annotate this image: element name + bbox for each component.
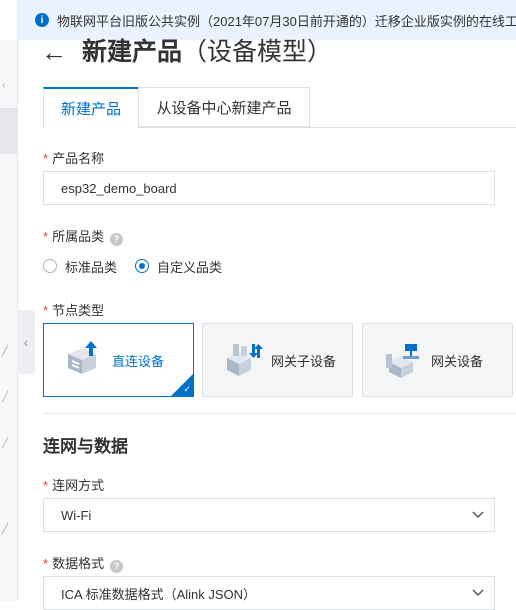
chevron-down-icon (472, 589, 484, 597)
page-title: 新建产品（设备模型） (82, 32, 332, 72)
help-icon[interactable]: ? (110, 559, 124, 573)
gateway-icon (386, 344, 419, 378)
node-card-gateway[interactable]: 网关设备 (362, 323, 513, 397)
direct-device-icon (68, 341, 97, 374)
product-name-label-text: 产品名称 (52, 151, 105, 166)
radio-standard-category[interactable] (43, 259, 57, 273)
node-type-label-text: 节点类型 (52, 303, 105, 318)
check-icon: ✓ (183, 384, 191, 394)
category-label-text: 所属品类 (52, 229, 105, 244)
data-format-label: * 数据格式? (43, 553, 124, 573)
tab-bar: 新建产品 从设备中心新建产品 (43, 87, 516, 128)
sidebar-mark-icon: ╱ (2, 438, 9, 449)
required-mark: * (43, 556, 49, 571)
network-method-select[interactable]: Wi-Fi (43, 498, 495, 532)
chevron-left-icon: ‹ (23, 334, 29, 350)
page-title-paren: （设备模型） (182, 38, 333, 66)
chevron-down-icon (472, 511, 484, 519)
chevron-icon: ‹ (2, 80, 6, 91)
notice-text: 物联网平台旧版公共实例（2021年07月30日前开通的）迁移企业版实例的在线工 (57, 13, 516, 29)
network-method-label: * 连网方式 (43, 475, 104, 494)
direct-device-label: 直连设备 (112, 353, 165, 369)
sidebar-collapse-button[interactable]: ‹ (17, 310, 35, 374)
category-label: * 所属品类? (43, 226, 124, 246)
required-mark: * (43, 151, 49, 166)
section-divider (43, 413, 516, 414)
data-format-label-text: 数据格式 (52, 556, 105, 571)
network-method-value: Wi-Fi (61, 507, 92, 523)
required-mark: * (43, 478, 49, 493)
data-format-value: ICA 标准数据格式（Alink JSON） (61, 586, 257, 602)
sidebar-active-item[interactable] (0, 108, 17, 154)
required-mark: * (43, 229, 49, 244)
back-arrow-icon[interactable]: ← (41, 34, 67, 70)
category-radio-group: 标准品类 自定义品类 (43, 257, 240, 275)
sub-device-icon (227, 344, 263, 376)
required-mark: * (43, 303, 49, 318)
radio-custom-category[interactable] (135, 259, 150, 273)
sidebar-mark-icon: ╱ (2, 524, 9, 535)
help-icon[interactable]: ? (110, 232, 124, 246)
sidebar-mark-icon: ╱ (2, 392, 9, 403)
gateway-label: 网关设备 (431, 353, 484, 369)
product-name-label: * 产品名称 (43, 148, 104, 167)
product-name-value: esp32_demo_board (61, 180, 177, 196)
sidebar-mark-icon: ╱ (2, 346, 9, 357)
product-name-input[interactable]: esp32_demo_board (43, 171, 495, 205)
node-card-direct-device[interactable]: 直连设备 ✓ (43, 323, 194, 397)
page-title-main: 新建产品 (82, 38, 183, 66)
radio-standard-label[interactable]: 标准品类 (65, 257, 117, 276)
network-section-title: 连网与数据 (43, 437, 128, 456)
tab-from-device-center[interactable]: 从设备中心新建产品 (138, 87, 310, 127)
network-method-label-text: 连网方式 (52, 478, 105, 493)
data-format-select[interactable]: ICA 标准数据格式（Alink JSON） (43, 576, 495, 610)
info-icon: i (35, 13, 49, 27)
node-card-sub-device[interactable]: 网关子设备 (202, 323, 353, 397)
tab-new-product[interactable]: 新建产品 (43, 87, 139, 128)
sub-device-label: 网关子设备 (271, 353, 337, 369)
left-sidebar: ‹ ╱ ╱ ╱ ╱ (0, 40, 18, 601)
node-type-label: * 节点类型 (43, 300, 104, 319)
radio-custom-label[interactable]: 自定义品类 (157, 257, 222, 276)
